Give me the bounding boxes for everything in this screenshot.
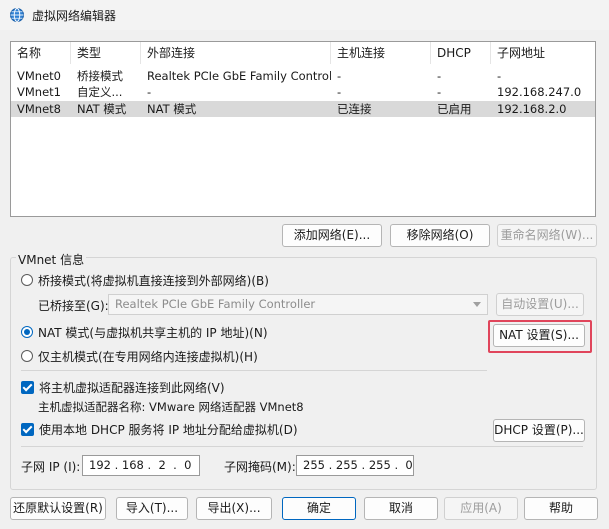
bridge-mode-radio[interactable]: 桥接模式(将虚拟机直接连接到外部网络)(B): [21, 271, 269, 289]
auto-settings-button[interactable]: 自动设置(U)...: [496, 293, 584, 316]
table-row-selected[interactable]: VMnet8 NAT 模式 NAT 模式 已连接 已启用 192.168.2.0: [11, 101, 595, 117]
cancel-button[interactable]: 取消: [364, 497, 438, 520]
cell-host: 已连接: [337, 102, 372, 116]
nat-settings-button[interactable]: NAT 设置(S)...: [493, 324, 585, 347]
checkbox-checked-icon: [21, 380, 34, 394]
cell-name: VMnet1: [17, 85, 61, 99]
ok-button[interactable]: 确定: [282, 497, 356, 520]
cell-dhcp: -: [437, 69, 442, 83]
cell-subnet: -: [497, 69, 502, 83]
cell-type: 自定义...: [77, 85, 123, 99]
host-only-radio[interactable]: 仅主机模式(在专用网络内连接虚拟机)(H): [21, 347, 258, 365]
cell-host: -: [337, 69, 342, 83]
cell-external: -: [147, 85, 152, 99]
radio-off-icon: [21, 274, 33, 286]
window-title: 虚拟网络编辑器: [32, 9, 117, 23]
cell-subnet: 192.168.247.0: [497, 85, 582, 99]
use-dhcp-label: 使用本地 DHCP 服务将 IP 地址分配给虚拟机(D): [39, 422, 298, 437]
remove-network-button[interactable]: 移除网络(O): [390, 224, 490, 247]
column-header-external[interactable]: 外部连接: [141, 42, 331, 64]
cell-type: NAT 模式: [77, 102, 127, 116]
cell-type: 桥接模式: [77, 69, 123, 83]
column-header-name[interactable]: 名称: [11, 42, 71, 64]
subnet-mask-label: 子网掩码(M):: [224, 460, 296, 474]
cell-dhcp: -: [437, 85, 442, 99]
cell-external: NAT 模式: [147, 102, 197, 116]
host-only-label: 仅主机模式(在专用网络内连接虚拟机)(H): [38, 349, 258, 364]
column-header-type[interactable]: 类型: [71, 42, 141, 64]
bridged-to-label: 已桥接至(G):: [38, 299, 109, 313]
radio-on-icon: [21, 326, 33, 338]
dhcp-settings-button[interactable]: DHCP 设置(P)...: [493, 419, 585, 442]
apply-button[interactable]: 应用(A): [444, 497, 518, 520]
cell-name: VMnet8: [17, 102, 61, 116]
cell-subnet: 192.168.2.0: [497, 102, 567, 116]
bridged-to-value: Realtek PCIe GbE Family Controller: [115, 297, 316, 311]
export-button[interactable]: 导出(X)...: [196, 497, 272, 520]
column-header-host[interactable]: 主机连接: [331, 42, 431, 64]
help-button[interactable]: 帮助: [524, 497, 598, 520]
chevron-down-icon: [473, 302, 481, 307]
separator: [21, 370, 487, 371]
vmnet-info-label: VMnet 信息: [16, 251, 87, 268]
column-header-dhcp[interactable]: DHCP: [431, 42, 491, 64]
network-table[interactable]: 名称 类型 外部连接 主机连接 DHCP 子网地址 VMnet0 桥接模式 Re…: [10, 41, 596, 217]
bridge-mode-label: 桥接模式(将虚拟机直接连接到外部网络)(B): [38, 273, 269, 288]
subnet-ip-input[interactable]: 192 . 168 . 2 . 0: [82, 455, 200, 476]
separator: [21, 446, 583, 447]
radio-off-icon: [21, 350, 33, 362]
connect-adapter-checkbox[interactable]: 将主机虚拟适配器连接到此网络(V): [21, 378, 225, 396]
table-row[interactable]: VMnet1 自定义... - - - 192.168.247.0: [11, 84, 595, 100]
use-dhcp-checkbox[interactable]: 使用本地 DHCP 服务将 IP 地址分配给虚拟机(D): [21, 420, 298, 438]
restore-defaults-button[interactable]: 还原默认设置(R): [10, 497, 106, 520]
nat-mode-label: NAT 模式(与虚拟机共享主机的 IP 地址)(N): [38, 325, 268, 340]
nat-mode-radio[interactable]: NAT 模式(与虚拟机共享主机的 IP 地址)(N): [21, 323, 268, 341]
table-row[interactable]: VMnet0 桥接模式 Realtek PCIe GbE Family Cont…: [11, 68, 595, 84]
subnet-ip-label: 子网 IP (I):: [21, 460, 81, 474]
cell-dhcp: 已启用: [437, 102, 472, 116]
cell-external: Realtek PCIe GbE Family Controller: [147, 69, 331, 83]
import-button[interactable]: 导入(T)...: [116, 497, 188, 520]
add-network-button[interactable]: 添加网络(E)...: [282, 224, 382, 247]
table-header: 名称 类型 外部连接 主机连接 DHCP 子网地址: [11, 42, 595, 64]
connect-adapter-label: 将主机虚拟适配器连接到此网络(V): [39, 380, 225, 395]
column-header-subnet[interactable]: 子网地址: [491, 42, 595, 64]
bridged-to-select[interactable]: Realtek PCIe GbE Family Controller: [108, 294, 488, 315]
checkbox-checked-icon: [21, 422, 34, 436]
globe-icon: [10, 8, 24, 22]
cell-name: VMnet0: [17, 69, 61, 83]
subnet-mask-input[interactable]: 255 . 255 . 255 . 0: [296, 455, 414, 476]
rename-network-button[interactable]: 重命名网络(W)...: [497, 224, 597, 247]
cell-host: -: [337, 85, 342, 99]
adapter-name-text: 主机虚拟适配器名称: VMware 网络适配器 VMnet8: [38, 400, 304, 414]
title-bar: 虚拟网络编辑器: [0, 0, 609, 30]
